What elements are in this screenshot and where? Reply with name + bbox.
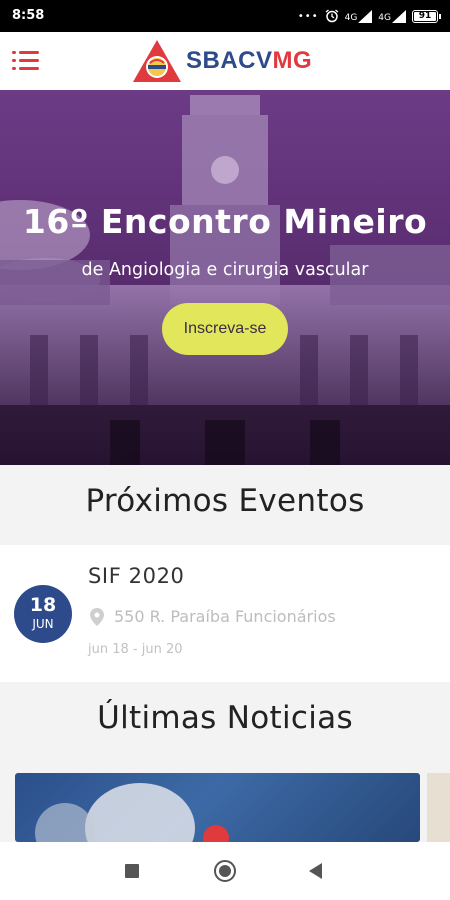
event-date-range: jun 18 - jun 20 (88, 642, 183, 657)
status-icons: ••• 4G 4G 91 (297, 7, 441, 25)
more-dots-icon: ••• (297, 10, 319, 22)
event-name: SIF 2020 (88, 564, 185, 588)
event-date-badge: 18 JUN (14, 585, 72, 643)
register-button[interactable]: Inscreva-se (162, 303, 288, 355)
logo-emblem-icon (133, 40, 181, 82)
news-card-image[interactable] (15, 773, 420, 842)
latest-news-title: Últimas Noticias (97, 700, 353, 736)
hero-banner: 16º Encontro Mineiro de Angiologia e cir… (0, 90, 450, 465)
alarm-icon (325, 9, 338, 23)
signal-4g-icon: 4G (345, 9, 373, 23)
home-icon[interactable] (214, 860, 236, 882)
app-bar: SBACVMG (0, 32, 450, 90)
location-pin-icon (90, 607, 104, 626)
system-nav-bar (0, 842, 450, 900)
event-location: 550 R. Paraíba Funcionários (90, 607, 336, 626)
status-time: 8:58 (12, 8, 45, 23)
app-logo[interactable]: SBACVMG (132, 38, 312, 84)
upcoming-events-title: Próximos Eventos (85, 483, 365, 519)
back-icon[interactable] (309, 863, 322, 879)
status-bar: 8:58 ••• 4G 4G 91 (0, 0, 450, 32)
battery-icon: 91 (412, 9, 441, 23)
event-day: 18 (29, 594, 57, 616)
signal-4g-icon: 4G (378, 9, 406, 23)
news-card-image-next[interactable] (427, 773, 450, 842)
event-card[interactable]: 18 JUN SIF 2020 550 R. Paraíba Funcionár… (0, 545, 450, 682)
hero-subtitle: de Angiologia e cirurgia vascular (81, 260, 369, 280)
menu-icon[interactable] (12, 51, 40, 73)
event-month: JUN (32, 617, 54, 631)
hero-title: 16º Encontro Mineiro (22, 202, 428, 241)
recents-icon[interactable] (125, 864, 139, 878)
logo-text: SBACVMG (186, 47, 313, 74)
event-location-text: 550 R. Paraíba Funcionários (114, 607, 336, 626)
battery-level: 91 (418, 10, 432, 21)
